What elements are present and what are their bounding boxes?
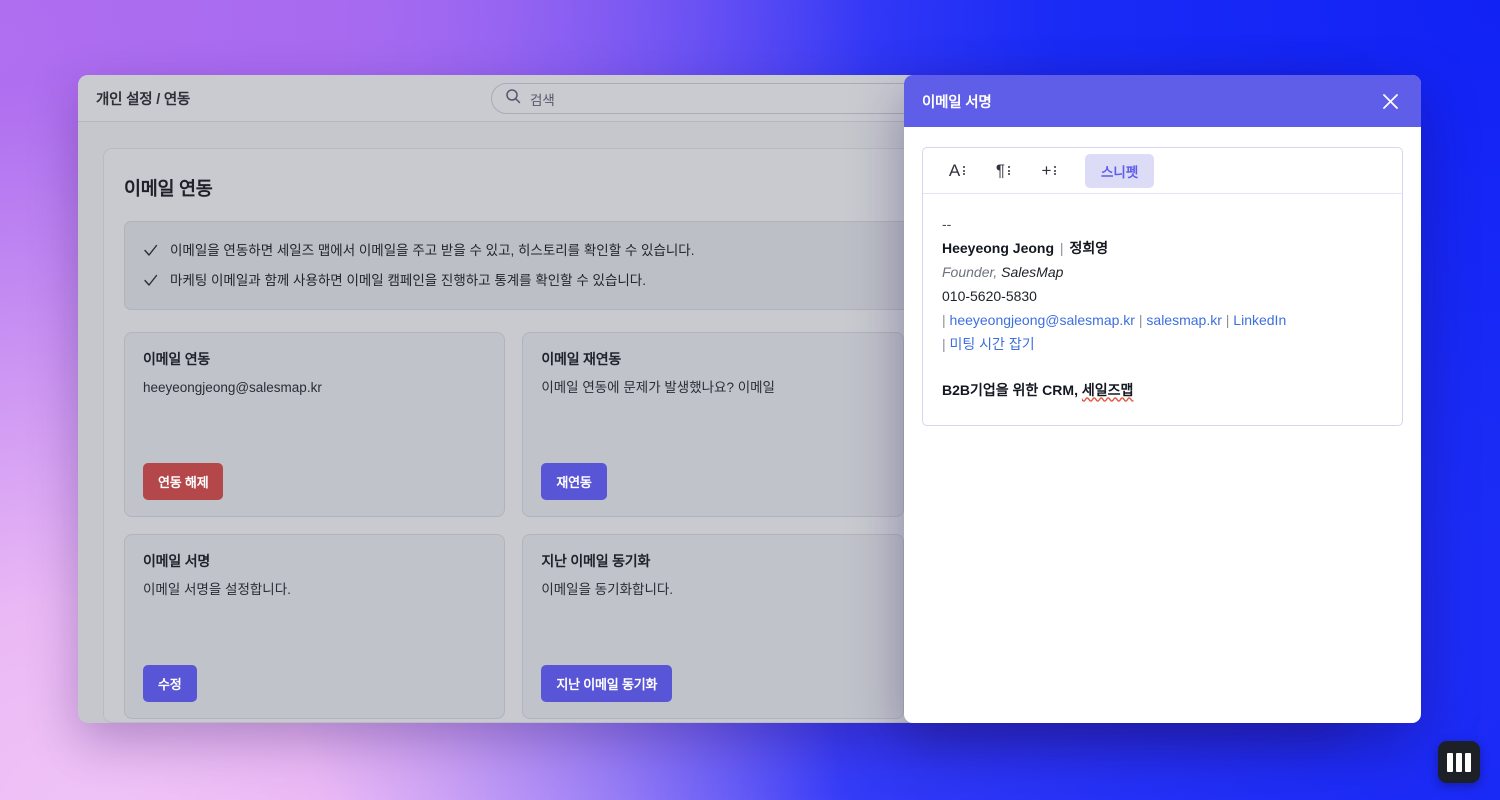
signature-phone: 010-5620-5830 bbox=[942, 288, 1037, 305]
signature-link-linkedin[interactable]: LinkedIn bbox=[1233, 312, 1286, 328]
signature-name-separator: | bbox=[1059, 240, 1064, 257]
column-bar bbox=[1456, 752, 1462, 772]
signature-dashes: -- bbox=[942, 216, 952, 232]
card-title: 이메일 연동 bbox=[143, 351, 211, 368]
pipe-separator: | bbox=[942, 336, 946, 353]
signature-tagline: B2B기업을 위한 CRM, 세일즈맵 bbox=[942, 378, 1383, 402]
card-spacer bbox=[541, 600, 884, 665]
text-format-icon[interactable]: A bbox=[937, 155, 977, 187]
breadcrumb: 개인 설정 / 연동 bbox=[96, 91, 191, 108]
insert-icon[interactable]: + bbox=[1029, 155, 1069, 187]
check-icon bbox=[143, 243, 158, 258]
pipe-separator: | bbox=[1138, 312, 1143, 329]
signature-link-email[interactable]: heeyeongjeong@salesmap.kr bbox=[950, 312, 1135, 328]
pipe-separator: | bbox=[1225, 312, 1230, 329]
signature-role-company: SalesMap bbox=[1001, 264, 1064, 281]
card-title: 지난 이메일 동기화 bbox=[541, 553, 651, 570]
chevron-dots-icon bbox=[963, 166, 966, 175]
card-past-email-sync: 지난 이메일 동기화 이메일을 동기화합니다. 지난 이메일 동기화 bbox=[522, 534, 904, 720]
signature-links-line-1: | heeyeongjeong@salesmap.kr | salesmap.k… bbox=[942, 308, 1383, 332]
check-icon bbox=[143, 273, 158, 288]
snippet-button[interactable]: 스니펫 bbox=[1085, 153, 1155, 188]
signature-content[interactable]: -- Heeyeong Jeong | 정희영 Founder, SalesMa… bbox=[923, 194, 1402, 425]
card-title: 이메일 서명 bbox=[143, 553, 211, 570]
signature-link-meeting[interactable]: 미팅 시간 잡기 bbox=[950, 336, 1035, 352]
signature-name-ko: 정희영 bbox=[1069, 240, 1109, 257]
modal-body: A ¶ + 스니펫 -- Heeyeong Jeong | 정희영 Founde… bbox=[904, 127, 1421, 723]
card-description: heeyeongjeong@salesmap.kr bbox=[143, 380, 322, 396]
signature-name-en: Heeyeong Jeong bbox=[942, 240, 1055, 257]
insert-label: + bbox=[1041, 161, 1052, 180]
close-icon[interactable] bbox=[1377, 88, 1403, 114]
card-title: 이메일 재연동 bbox=[541, 351, 622, 368]
modal-title: 이메일 서명 bbox=[922, 94, 992, 111]
search-icon bbox=[505, 88, 521, 109]
signature-editor: A ¶ + 스니펫 -- Heeyeong Jeong | 정희영 Founde… bbox=[922, 147, 1403, 426]
signature-role-line: Founder, SalesMap bbox=[942, 260, 1383, 284]
card-description: 이메일 연동에 문제가 발생했나요? 이메일 bbox=[541, 380, 775, 396]
card-spacer bbox=[143, 600, 486, 665]
email-signature-modal: 이메일 서명 A ¶ + 스니펫 -- Heeyeong Jeong | 정희영… bbox=[904, 75, 1421, 723]
notice-text: 마케팅 이메일과 함께 사용하면 이메일 캠페인을 진행하고 통계를 확인할 수… bbox=[170, 272, 646, 288]
sync-past-emails-button[interactable]: 지난 이메일 동기화 bbox=[541, 665, 673, 703]
text-format-label: A bbox=[948, 161, 961, 180]
editor-toolbar: A ¶ + 스니펫 bbox=[923, 148, 1402, 194]
signature-tagline-misspelled: 세일즈맵 bbox=[1081, 382, 1134, 399]
signature-link-site[interactable]: salesmap.kr bbox=[1146, 312, 1221, 328]
search-placeholder: 검색 bbox=[530, 92, 555, 108]
reconnect-button[interactable]: 재연동 bbox=[541, 463, 607, 501]
paragraph-label: ¶ bbox=[995, 161, 1006, 180]
signature-role-prefix: Founder, bbox=[942, 264, 998, 281]
signature-links-line-2: | 미팅 시간 잡기 bbox=[942, 332, 1383, 356]
card-email-signature: 이메일 서명 이메일 서명을 설정합니다. 수정 bbox=[124, 534, 506, 720]
column-bar bbox=[1465, 752, 1471, 772]
card-description: 이메일 서명을 설정합니다. bbox=[143, 582, 291, 598]
paragraph-format-icon[interactable]: ¶ bbox=[983, 155, 1023, 187]
columns-icon[interactable] bbox=[1438, 741, 1480, 783]
signature-tagline-plain: B2B기업을 위한 CRM, bbox=[942, 382, 1082, 399]
card-spacer bbox=[541, 398, 884, 463]
chevron-dots-icon bbox=[1008, 166, 1011, 175]
signature-name-line: Heeyeong Jeong | 정희영 bbox=[942, 236, 1383, 260]
column-bar bbox=[1447, 752, 1453, 772]
notice-text: 이메일을 연동하면 세일즈 맵에서 이메일을 주고 받을 수 있고, 히스토리를… bbox=[170, 243, 695, 258]
card-email-reconnect: 이메일 재연동 이메일 연동에 문제가 발생했나요? 이메일 재연동 bbox=[522, 332, 904, 518]
pipe-separator: | bbox=[942, 312, 946, 329]
disconnect-button[interactable]: 연동 해제 bbox=[143, 463, 224, 501]
card-spacer bbox=[143, 398, 486, 463]
modal-header: 이메일 서명 bbox=[904, 75, 1421, 127]
card-description: 이메일을 동기화합니다. bbox=[541, 582, 674, 598]
chevron-dots-icon bbox=[1054, 166, 1057, 175]
card-email-connection: 이메일 연동 heeyeongjeong@salesmap.kr 연동 해제 bbox=[124, 332, 506, 518]
edit-signature-button[interactable]: 수정 bbox=[143, 665, 197, 703]
